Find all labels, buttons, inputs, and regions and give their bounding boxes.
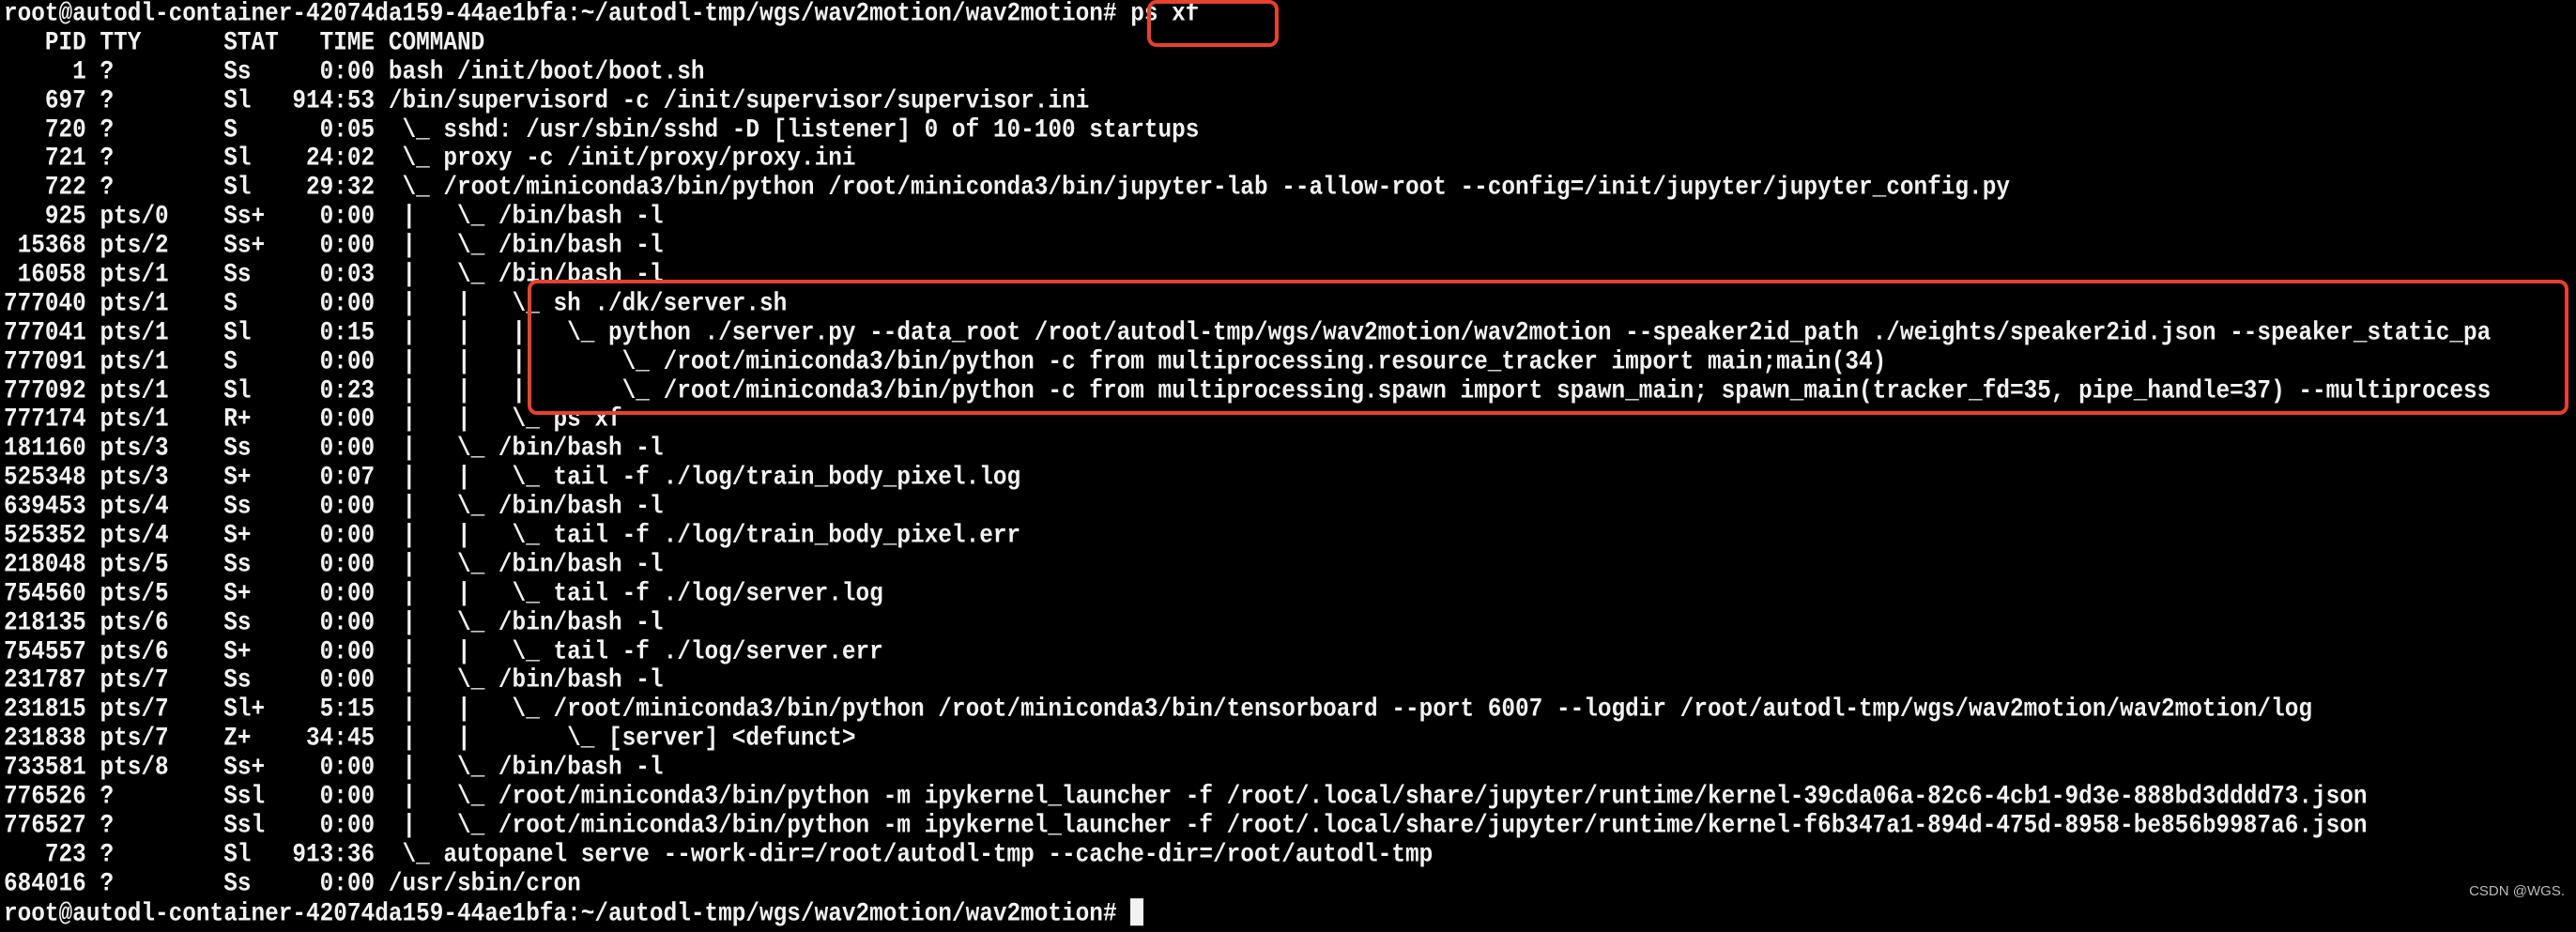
command-line: root@autodl-container-42074da159-44ae1bf… <box>4 0 2491 32</box>
shell-prompt: root@autodl-container-42074da159-44ae1bf… <box>4 899 1117 929</box>
process-row: 684016 ? Ss 0:00 /usr/sbin/cron <box>4 869 581 899</box>
process-row: 776526 ? Ssl 0:00 | \_ /root/miniconda3/… <box>4 783 2368 812</box>
process-row: 777091 pts/1 S 0:00 | | | \_ /root/minic… <box>4 347 1887 377</box>
process-row: 181160 pts/3 Ss 0:00 | \_ /bin/bash -l <box>4 435 664 464</box>
process-row: 777041 pts/1 Sl 0:15 | | | \_ python ./s… <box>4 319 2492 348</box>
process-row: 15368 pts/2 Ss+ 0:00 | \_ /bin/bash -l <box>4 232 664 261</box>
process-row: 697 ? Sl 914:53 /bin/supervisord -c /ini… <box>4 86 1090 116</box>
shell-prompt: root@autodl-container-42074da159-44ae1bf… <box>4 0 1117 29</box>
process-row: 525348 pts/3 S+ 0:07 | | \_ tail -f ./lo… <box>4 464 1021 493</box>
process-row: 723 ? Sl 913:36 \_ autopanel serve --wor… <box>4 841 1434 870</box>
process-row: 777040 pts/1 S 0:00 | | \_ sh ./dk/serve… <box>4 290 788 319</box>
process-row: 525352 pts/4 S+ 0:00 | | \_ tail -f ./lo… <box>4 522 1021 551</box>
process-row: 721 ? Sl 24:02 \_ proxy -c /init/proxy/p… <box>4 145 856 174</box>
watermark: CSDN @WGS. <box>2469 883 2565 899</box>
process-row: 231815 pts/7 Sl+ 5:15 | | \_ /root/minic… <box>4 695 2312 725</box>
process-row: 754557 pts/6 S+ 0:00 | | \_ tail -f ./lo… <box>4 637 883 667</box>
process-row: 925 pts/0 Ss+ 0:00 | \_ /bin/bash -l <box>4 203 664 232</box>
cursor <box>1130 897 1144 925</box>
process-row: 777092 pts/1 Sl 0:23 | | | \_ /root/mini… <box>4 376 2492 406</box>
process-row: 722 ? Sl 29:32 \_ /root/miniconda3/bin/p… <box>4 174 2010 203</box>
process-row: 777174 pts/1 R+ 0:00 | | \_ ps xf <box>4 405 622 435</box>
process-row: 16058 pts/1 Ss 0:03 | \_ /bin/bash -l <box>4 261 664 290</box>
process-row: 231838 pts/7 Z+ 34:45 | | \_ [server] <d… <box>4 725 856 754</box>
process-row: 639453 pts/4 Ss 0:00 | \_ /bin/bash -l <box>4 493 664 522</box>
process-row: 218048 pts/5 Ss 0:00 | \_ /bin/bash -l <box>4 551 664 580</box>
current-prompt-line[interactable]: root@autodl-container-42074da159-44ae1bf… <box>4 897 2491 931</box>
process-row: 754560 pts/5 S+ 0:00 | | \_ tail -f ./lo… <box>4 580 883 609</box>
ps-header-row: PID TTY STAT TIME COMMAND <box>4 29 485 58</box>
process-row: 1 ? Ss 0:00 bash /init/boot/boot.sh <box>4 58 705 87</box>
entered-command: ps xf <box>1130 0 1200 29</box>
process-row: 218135 pts/6 Ss 0:00 | \_ /bin/bash -l <box>4 608 664 638</box>
terminal-output[interactable]: root@autodl-container-42074da159-44ae1bf… <box>4 0 2492 931</box>
process-row: 733581 pts/8 Ss+ 0:00 | \_ /bin/bash -l <box>4 754 664 783</box>
process-row: 776527 ? Ssl 0:00 | \_ /root/miniconda3/… <box>4 812 2368 841</box>
process-row: 231787 pts/7 Ss 0:00 | \_ /bin/bash -l <box>4 666 664 695</box>
process-row: 720 ? S 0:05 \_ sshd: /usr/sbin/sshd -D … <box>4 115 1200 145</box>
